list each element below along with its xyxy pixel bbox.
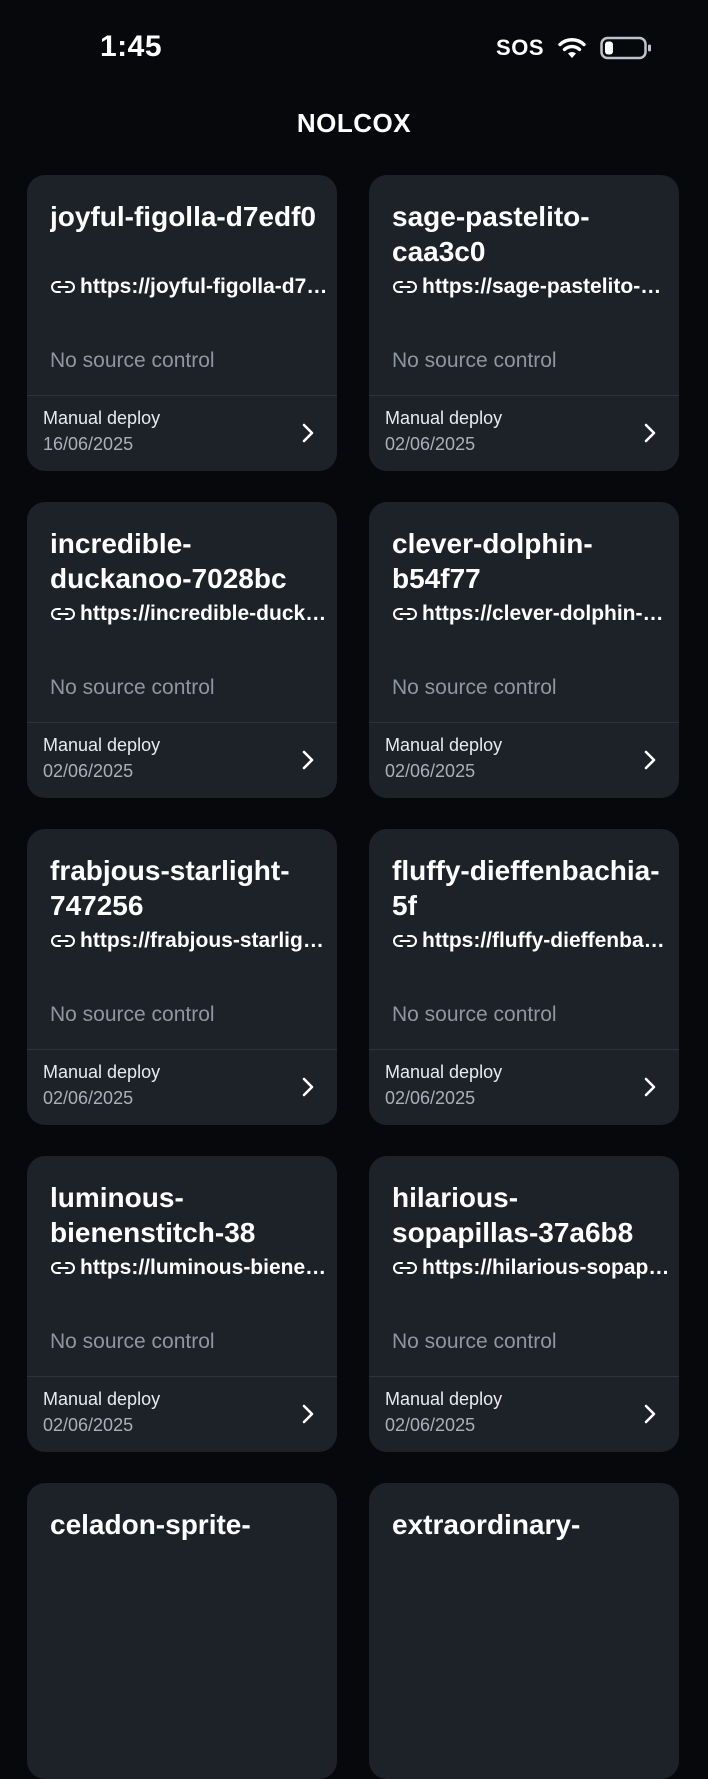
deploy-date: 02/06/2025	[43, 761, 134, 781]
project-card[interactable]: extraordinary-	[369, 1483, 679, 1779]
source-control-status: No source control	[392, 349, 557, 372]
project-name: sage-pastelito-caa3c0	[392, 201, 590, 267]
project-url[interactable]: https://fluffy-dieffenbachia-5f	[392, 929, 672, 953]
deploy-row[interactable]: Manual deploy 02/06/2025	[27, 722, 337, 798]
project-url[interactable]: https://joyful-figolla-d7edf0	[50, 275, 330, 299]
chevron-right-icon[interactable]	[643, 1403, 657, 1425]
deploy-date: 02/06/2025	[43, 1088, 134, 1108]
chevron-right-icon[interactable]	[643, 749, 657, 771]
project-name: celadon-sprite-	[50, 1509, 251, 1540]
project-url-text: https://fluffy-dieffenbachia-5f	[422, 929, 672, 952]
project-name: fluffy-dieffenbachia-5f	[392, 855, 660, 921]
project-url[interactable]: https://incredible-duckanoo-7028bc	[50, 602, 330, 626]
project-card[interactable]: celadon-sprite-	[27, 1483, 337, 1779]
project-url[interactable]: https://frabjous-starlight-747256	[50, 929, 330, 953]
project-name: luminous-bienenstitch-38	[50, 1182, 256, 1248]
deploy-row[interactable]: Manual deploy 02/06/2025	[27, 1376, 337, 1452]
deploy-type: Manual deploy	[385, 1389, 503, 1409]
status-icons: SOS	[496, 30, 652, 66]
page-title: NOLCOX	[296, 108, 412, 138]
project-name: joyful-figolla-d7edf0	[50, 201, 316, 232]
link-icon	[393, 935, 417, 947]
battery-icon	[600, 36, 651, 60]
project-url-text: https://hilarious-sopapillas-37a6b8	[422, 1256, 672, 1279]
project-name: extraordinary-	[392, 1509, 581, 1540]
project-name: clever-dolphin-b54f77	[392, 528, 593, 594]
deploy-row[interactable]: Manual deploy 02/06/2025	[369, 1049, 679, 1125]
deploy-row[interactable]: Manual deploy 16/06/2025	[27, 395, 337, 471]
project-url-text: https://joyful-figolla-d7edf0	[80, 275, 330, 298]
deploy-row[interactable]: Manual deploy 02/06/2025	[369, 722, 679, 798]
project-url[interactable]: https://luminous-bienenstitch-38	[50, 1256, 330, 1280]
project-card[interactable]: frabjous-starlight-747256 https://frabjo…	[27, 829, 337, 1125]
source-control-status: No source control	[50, 349, 215, 372]
deploy-date: 16/06/2025	[43, 434, 134, 454]
deploy-type: Manual deploy	[43, 408, 161, 428]
chevron-right-icon[interactable]	[643, 1076, 657, 1098]
link-icon	[393, 1262, 417, 1274]
deploy-type: Manual deploy	[43, 1389, 161, 1409]
project-card[interactable]: hilarious-sopapillas-37a6b8 https://hila…	[369, 1156, 679, 1452]
project-url-text: https://luminous-bienenstitch-38	[80, 1256, 330, 1279]
link-icon	[51, 281, 75, 293]
chevron-right-icon[interactable]	[643, 422, 657, 444]
link-icon	[393, 281, 417, 293]
project-url-text: https://frabjous-starlight-747256	[80, 929, 330, 952]
link-icon	[393, 608, 417, 620]
chevron-right-icon[interactable]	[301, 1403, 315, 1425]
sos-indicator: SOS	[496, 35, 544, 60]
chevron-right-icon[interactable]	[301, 422, 315, 444]
source-control-status: No source control	[50, 1003, 215, 1026]
project-card[interactable]: incredible-duckanoo-7028bc https://incre…	[27, 502, 337, 798]
project-name: incredible-duckanoo-7028bc	[50, 528, 287, 594]
status-bar: 1:45 SOS	[0, 0, 708, 96]
deploy-type: Manual deploy	[385, 408, 503, 428]
project-url[interactable]: https://hilarious-sopapillas-37a6b8	[392, 1256, 672, 1280]
deploy-date: 02/06/2025	[385, 1088, 476, 1108]
project-name: frabjous-starlight-747256	[50, 855, 290, 921]
deploy-date: 02/06/2025	[385, 761, 476, 781]
project-name: hilarious-sopapillas-37a6b8	[392, 1182, 634, 1248]
project-url-text: https://sage-pastelito-caa3c0	[422, 275, 672, 298]
deploy-row[interactable]: Manual deploy 02/06/2025	[369, 395, 679, 471]
project-url-text: https://incredible-duckanoo-7028bc	[80, 602, 330, 625]
deploy-type: Manual deploy	[385, 1062, 503, 1082]
source-control-status: No source control	[50, 1330, 215, 1353]
link-icon	[51, 1262, 75, 1274]
chevron-right-icon[interactable]	[301, 1076, 315, 1098]
deploy-date: 02/06/2025	[385, 1415, 476, 1435]
source-control-status: No source control	[392, 676, 557, 699]
project-card[interactable]: luminous-bienenstitch-38 https://luminou…	[27, 1156, 337, 1452]
project-grid: joyful-figolla-d7edf0 https://joyful-fig…	[27, 175, 679, 1779]
deploy-date: 02/06/2025	[43, 1415, 134, 1435]
deploy-type: Manual deploy	[43, 1062, 161, 1082]
project-url[interactable]: https://sage-pastelito-caa3c0	[392, 275, 672, 299]
deploy-type: Manual deploy	[385, 735, 503, 755]
deploy-row[interactable]: Manual deploy 02/06/2025	[27, 1049, 337, 1125]
source-control-status: No source control	[50, 676, 215, 699]
source-control-status: No source control	[392, 1330, 557, 1353]
source-control-status: No source control	[392, 1003, 557, 1026]
project-url[interactable]: https://clever-dolphin-b54f77	[392, 602, 672, 626]
wifi-icon	[558, 38, 586, 58]
status-time: 1:45	[100, 30, 163, 63]
project-card[interactable]: clever-dolphin-b54f77 https://clever-dol…	[369, 502, 679, 798]
link-icon	[51, 935, 75, 947]
deploy-date: 02/06/2025	[385, 434, 476, 454]
project-card[interactable]: joyful-figolla-d7edf0 https://joyful-fig…	[27, 175, 337, 471]
project-url-text: https://clever-dolphin-b54f77	[422, 602, 672, 625]
deploy-type: Manual deploy	[43, 735, 161, 755]
deploy-row[interactable]: Manual deploy 02/06/2025	[369, 1376, 679, 1452]
link-icon	[51, 608, 75, 620]
chevron-right-icon[interactable]	[301, 749, 315, 771]
project-card[interactable]: fluffy-dieffenbachia-5f https://fluffy-d…	[369, 829, 679, 1125]
project-card[interactable]: sage-pastelito-caa3c0 https://sage-paste…	[369, 175, 679, 471]
